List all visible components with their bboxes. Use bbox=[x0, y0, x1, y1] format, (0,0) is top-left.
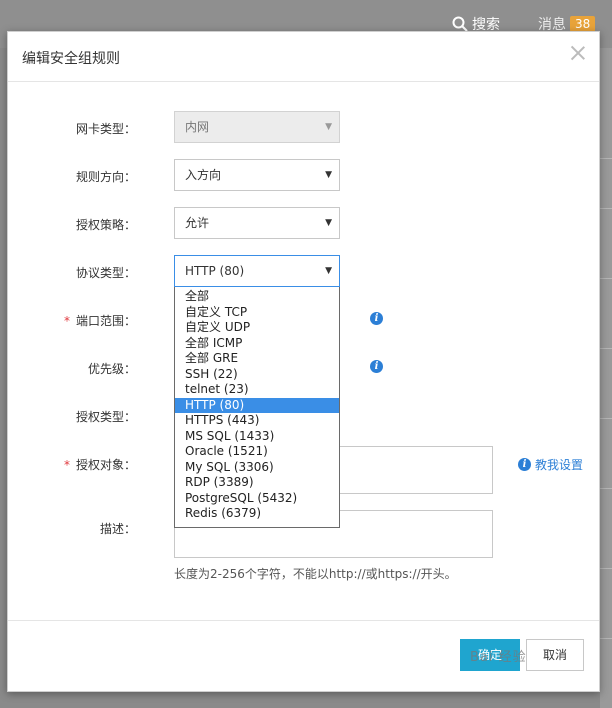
dialog-title: 编辑安全组规则 bbox=[22, 51, 120, 67]
help-link-text: 教我设置 bbox=[535, 458, 584, 472]
priority-label: 优先级： bbox=[87, 362, 136, 376]
protocol-option[interactable]: SSH (22) bbox=[175, 367, 339, 383]
port-range-label: * 端口范围： bbox=[8, 312, 136, 329]
protocol-option[interactable]: HTTPS (443) bbox=[175, 413, 339, 429]
direction-label: 规则方向： bbox=[75, 170, 136, 184]
policy-select[interactable]: 允许 ▼ bbox=[174, 207, 340, 239]
watermark: Bai 经验 bbox=[470, 650, 527, 665]
cancel-button[interactable]: 取消 bbox=[526, 639, 584, 671]
protocol-option[interactable]: HTTP (80) bbox=[175, 397, 339, 413]
auth-object-label-text: 授权对象： bbox=[75, 458, 136, 472]
messages-count-badge: 38 bbox=[570, 16, 596, 32]
required-mark: * bbox=[63, 458, 70, 472]
search-icon bbox=[452, 16, 468, 32]
port-range-info-icon[interactable]: i bbox=[370, 312, 383, 325]
protocol-option[interactable]: Oracle (1521) bbox=[175, 444, 339, 460]
help-info-icon: i bbox=[518, 458, 531, 471]
protocol-option[interactable]: 自定义 UDP bbox=[175, 320, 339, 336]
protocol-option[interactable]: PostgreSQL (5432) bbox=[175, 491, 339, 507]
auth-type-label: 授权类型： bbox=[75, 410, 136, 424]
protocol-option[interactable]: MS SQL (1433) bbox=[175, 429, 339, 445]
background-page-edge bbox=[600, 48, 612, 708]
dialog-header: 编辑安全组规则 bbox=[8, 32, 599, 82]
description-hint: 长度为2-256个字符，不能以http://或https://开头。 bbox=[174, 567, 457, 581]
protocol-option[interactable]: 全部 bbox=[175, 289, 339, 305]
protocol-option[interactable]: RDP (3389) bbox=[175, 475, 339, 491]
nic-type-select: 内网 ▼ bbox=[174, 111, 340, 143]
direction-value: 入方向 bbox=[185, 168, 222, 182]
priority-info-icon[interactable]: i bbox=[370, 360, 383, 373]
required-mark: * bbox=[63, 314, 70, 328]
description-label: 描述： bbox=[99, 522, 136, 536]
nic-type-value: 内网 bbox=[185, 120, 210, 134]
protocol-option[interactable]: Redis (6379) bbox=[175, 506, 339, 522]
close-icon[interactable] bbox=[569, 44, 587, 62]
port-range-label-text: 端口范围： bbox=[75, 314, 136, 328]
dropdown-arrow-icon: ▼ bbox=[325, 266, 332, 276]
dropdown-arrow-icon: ▼ bbox=[325, 218, 332, 228]
edit-security-rule-dialog: 编辑安全组规则 网卡类型： 内网 ▼ 规则方向： 入方向 ▼ 授权策略： 允许 … bbox=[7, 31, 600, 692]
direction-select[interactable]: 入方向 ▼ bbox=[174, 159, 340, 191]
protocol-select[interactable]: HTTP (80) ▼ bbox=[174, 255, 340, 287]
protocol-label: 协议类型： bbox=[75, 266, 136, 280]
footer-divider bbox=[8, 620, 599, 621]
protocol-option[interactable]: My SQL (3306) bbox=[175, 460, 339, 476]
protocol-option[interactable]: 全部 ICMP bbox=[175, 336, 339, 352]
protocol-option[interactable]: 全部 GRE bbox=[175, 351, 339, 367]
nic-type-label: 网卡类型： bbox=[75, 122, 136, 136]
dropdown-arrow-icon: ▼ bbox=[325, 122, 332, 132]
dropdown-arrow-icon: ▼ bbox=[325, 170, 332, 180]
auth-object-label: * 授权对象： bbox=[8, 456, 136, 473]
protocol-value: HTTP (80) bbox=[185, 264, 245, 278]
policy-value: 允许 bbox=[185, 216, 210, 230]
protocol-option[interactable]: 自定义 TCP bbox=[175, 305, 339, 321]
policy-label: 授权策略： bbox=[75, 218, 136, 232]
protocol-option[interactable]: telnet (23) bbox=[175, 382, 339, 398]
protocol-dropdown-list: 全部 自定义 TCP 自定义 UDP 全部 ICMP 全部 GRE SSH (22) tel… bbox=[174, 287, 340, 528]
help-link[interactable]: i 教我设置 bbox=[518, 456, 583, 473]
